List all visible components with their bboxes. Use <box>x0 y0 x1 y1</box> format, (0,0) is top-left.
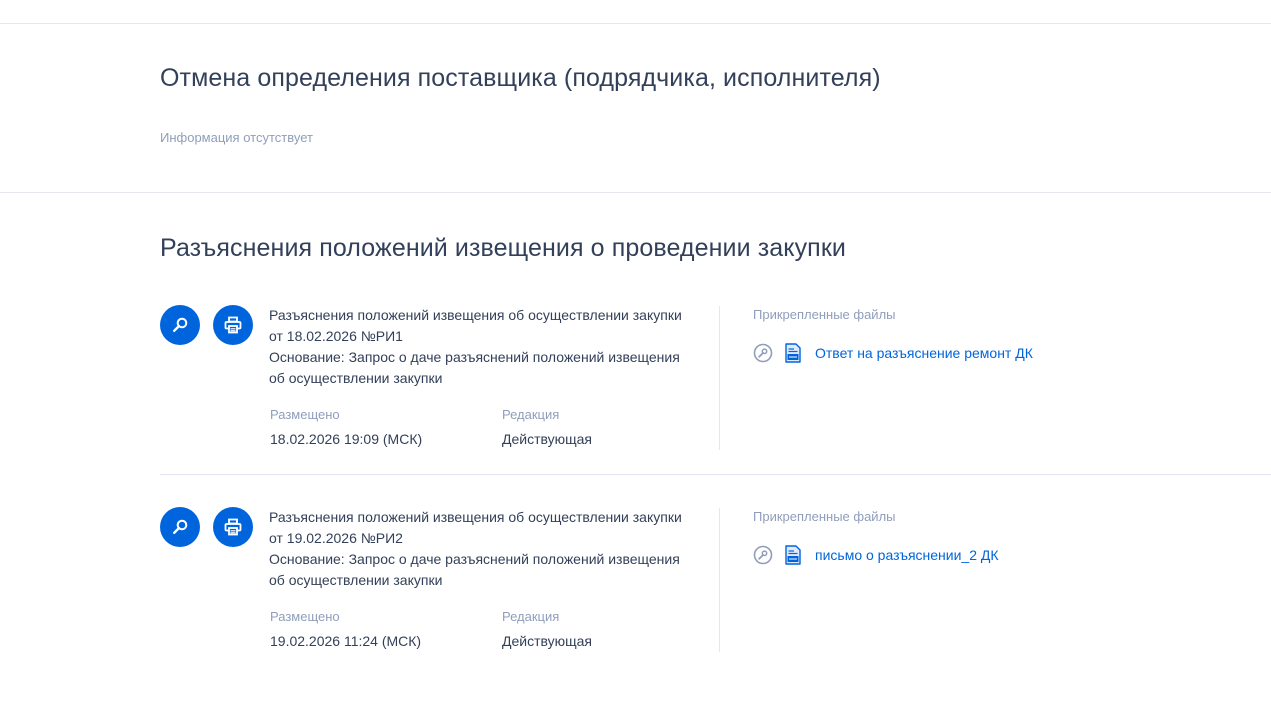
edition-value: Действующая <box>502 431 593 447</box>
print-button[interactable] <box>213 305 253 345</box>
clarification-item: Разъяснения положений извещения об осуще… <box>160 304 1271 475</box>
attached-files-label: Прикрепленные файлы <box>753 509 896 524</box>
clarifications-section-title: Разъяснения положений извещения о провед… <box>160 234 846 262</box>
edition-label: Редакция <box>502 407 560 422</box>
signature-icon[interactable] <box>753 545 773 565</box>
column-divider <box>719 508 720 652</box>
attached-file-link[interactable]: Ответ на разъяснение ремонт ДК <box>815 345 1033 361</box>
edition-value: Действующая <box>502 633 593 649</box>
attached-file: Ответ на разъяснение ремонт ДК <box>753 342 1033 364</box>
magnifier-icon <box>173 519 188 535</box>
view-button[interactable] <box>160 305 200 345</box>
attached-file: письмо о разъяснении_2 ДК <box>753 544 999 566</box>
attached-files-label: Прикрепленные файлы <box>753 307 896 322</box>
clarification-item: Разъяснения положений извещения об осуще… <box>160 506 1271 666</box>
clarification-description: Разъяснения положений извещения об осуще… <box>269 507 699 591</box>
magnifier-icon <box>173 317 188 333</box>
printer-icon <box>224 518 242 536</box>
top-divider <box>0 23 1271 24</box>
document-icon <box>785 545 801 565</box>
section-divider <box>0 192 1271 193</box>
column-divider <box>719 306 720 450</box>
print-button[interactable] <box>213 507 253 547</box>
placed-value: 19.02.2026 11:24 (МСК) <box>270 633 422 649</box>
placed-label: Размещено <box>270 609 340 624</box>
attached-file-link[interactable]: письмо о разъяснении_2 ДК <box>815 547 999 563</box>
clarification-basis-cont: об осуществлении закупки <box>269 572 443 588</box>
clarification-title: Разъяснения положений извещения об осуще… <box>269 509 682 525</box>
clarification-number: от 19.02.2026 №РИ2 <box>269 530 403 546</box>
document-icon <box>785 343 801 363</box>
clarification-basis: Основание: Запрос о даче разъяснений пол… <box>269 349 680 365</box>
cancel-section-empty-text: Информация отсутствует <box>160 130 313 145</box>
clarification-basis-cont: об осуществлении закупки <box>269 370 443 386</box>
clarification-description: Разъяснения положений извещения об осуще… <box>269 305 699 389</box>
signature-icon[interactable] <box>753 343 773 363</box>
printer-icon <box>224 316 242 334</box>
edition-label: Редакция <box>502 609 560 624</box>
clarification-number: от 18.02.2026 №РИ1 <box>269 328 403 344</box>
placed-value: 18.02.2026 19:09 (МСК) <box>270 431 423 447</box>
cancel-section-title: Отмена определения поставщика (подрядчик… <box>160 64 881 92</box>
clarification-basis: Основание: Запрос о даче разъяснений пол… <box>269 551 680 567</box>
page: Отмена определения поставщика (подрядчик… <box>0 0 1271 723</box>
clarification-title: Разъяснения положений извещения об осуще… <box>269 307 682 323</box>
view-button[interactable] <box>160 507 200 547</box>
placed-label: Размещено <box>270 407 340 422</box>
